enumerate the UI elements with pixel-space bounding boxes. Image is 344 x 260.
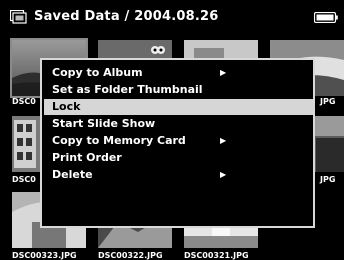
thumbnail-filename: DSC00323.JPG <box>12 251 77 260</box>
submenu-arrow-icon: ▶ <box>220 170 227 179</box>
menu-item-label: Set as Folder Thumbnail <box>52 83 203 96</box>
menu-item-label: Start Slide Show <box>52 117 156 130</box>
menu-item-label: Delete <box>52 168 93 181</box>
menu-item-print-order[interactable]: Print Order <box>44 150 313 166</box>
thumbnail-filename: DSC0 <box>12 97 36 106</box>
menu-item-label: Print Order <box>52 151 122 164</box>
menu-item-label: Copy to Memory Card <box>52 134 186 147</box>
thumbnail-filename: JPG <box>320 97 336 106</box>
thumbnail-filename: DSC00322.JPG <box>98 251 163 260</box>
menu-item-delete[interactable]: Delete ▶ <box>44 167 313 183</box>
submenu-arrow-icon: ▶ <box>220 136 227 145</box>
menu-item-set-folder-thumbnail[interactable]: Set as Folder Thumbnail <box>44 82 313 98</box>
page-title: Saved Data / 2004.08.26 <box>34 9 219 24</box>
menu-item-copy-to-album[interactable]: Copy to Album ▶ <box>44 65 313 81</box>
thumbnail-filename: DSC0 <box>12 175 36 184</box>
battery-icon <box>314 12 338 23</box>
title-bar: Saved Data / 2004.08.26 <box>0 0 344 34</box>
menu-item-start-slide-show[interactable]: Start Slide Show <box>44 116 313 132</box>
submenu-arrow-icon: ▶ <box>220 68 227 77</box>
menu-item-label: Lock <box>52 100 81 113</box>
folder-icon <box>10 10 27 24</box>
menu-item-lock[interactable]: Lock <box>44 99 313 115</box>
menu-item-copy-to-memory-card[interactable]: Copy to Memory Card ▶ <box>44 133 313 149</box>
menu-item-label: Copy to Album <box>52 66 143 79</box>
thumbnail-filename: DSC00321.JPG <box>184 251 249 260</box>
thumbnail-filename: JPG <box>320 175 336 184</box>
context-menu: Copy to Album ▶ Set as Folder Thumbnail … <box>40 58 315 228</box>
